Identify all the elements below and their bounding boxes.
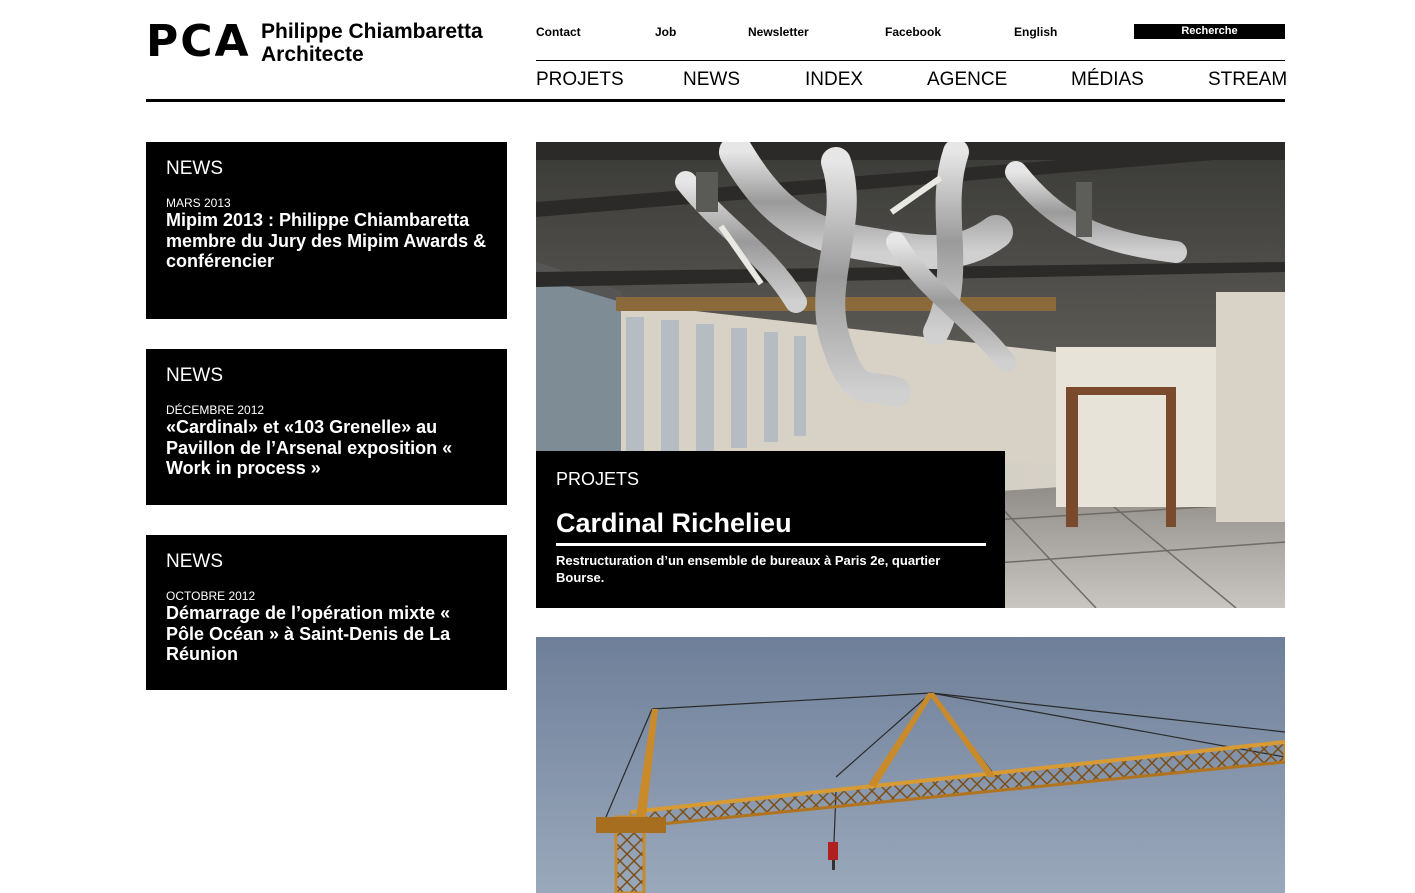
newsletter-link[interactable]: Newsletter — [748, 24, 809, 40]
news-label: NEWS — [166, 551, 223, 572]
brand-name: Philippe Chiambaretta Architecte — [261, 20, 483, 66]
news-card-2[interactable]: NEWS DÉCEMBRE 2012 «Cardinal» et «103 Gr… — [146, 349, 507, 505]
news-title: Démarrage de l’opération mixte « Pôle Oc… — [166, 603, 451, 664]
facebook-link[interactable]: Facebook — [885, 24, 941, 40]
news-card-1[interactable]: NEWS MARS 2013 Mipim 2013 : Philippe Chi… — [146, 142, 507, 319]
project-image-crane[interactable] — [536, 637, 1285, 893]
nav-stream[interactable]: STREAM — [1208, 68, 1287, 92]
nav-agence[interactable]: AGENCE — [927, 68, 1007, 92]
nav-projets[interactable]: PROJETS — [536, 68, 624, 92]
search-input[interactable]: Recherche — [1134, 24, 1285, 39]
news-date: MARS 2013 — [166, 196, 231, 210]
main-nav: PROJETS NEWS INDEX AGENCE MÉDIAS STREAM — [536, 68, 1287, 92]
logo-mark: PCA — [146, 16, 251, 67]
project-description: Restructuration d’un ensemble de bureaux… — [556, 553, 941, 585]
header-rule — [146, 99, 1285, 102]
nav-index[interactable]: INDEX — [805, 68, 863, 92]
brand-name-line1: Philippe Chiambaretta — [261, 20, 483, 43]
news-date: OCTOBRE 2012 — [166, 589, 256, 603]
project-title: Cardinal Richelieu — [556, 508, 792, 538]
news-card-3[interactable]: NEWS OCTOBRE 2012 Démarrage de l’opérati… — [146, 535, 507, 690]
crane-photo — [536, 637, 1285, 893]
news-label: NEWS — [166, 365, 223, 386]
news-title: «Cardinal» et «103 Grenelle» au Pavillon… — [166, 417, 453, 478]
job-link[interactable]: Job — [655, 24, 676, 40]
news-date: DÉCEMBRE 2012 — [166, 403, 265, 417]
utility-nav: Contact Job Newsletter Facebook English … — [536, 24, 1285, 40]
logo[interactable]: PCA Philippe Chiambaretta Architecte — [146, 16, 483, 67]
nav-news[interactable]: NEWS — [683, 68, 740, 92]
language-link[interactable]: English — [1014, 24, 1057, 40]
nav-divider — [536, 60, 1285, 61]
news-title: Mipim 2013 : Philippe Chiambaretta membr… — [166, 210, 487, 271]
project-label: PROJETS — [556, 469, 640, 489]
title-underline — [556, 543, 986, 546]
contact-link[interactable]: Contact — [536, 24, 581, 40]
news-label: NEWS — [166, 158, 223, 179]
nav-medias[interactable]: MÉDIAS — [1071, 68, 1144, 92]
project-caption[interactable]: PROJETS Cardinal Richelieu Restructurati… — [536, 451, 1005, 608]
brand-name-line2: Architecte — [261, 43, 364, 66]
